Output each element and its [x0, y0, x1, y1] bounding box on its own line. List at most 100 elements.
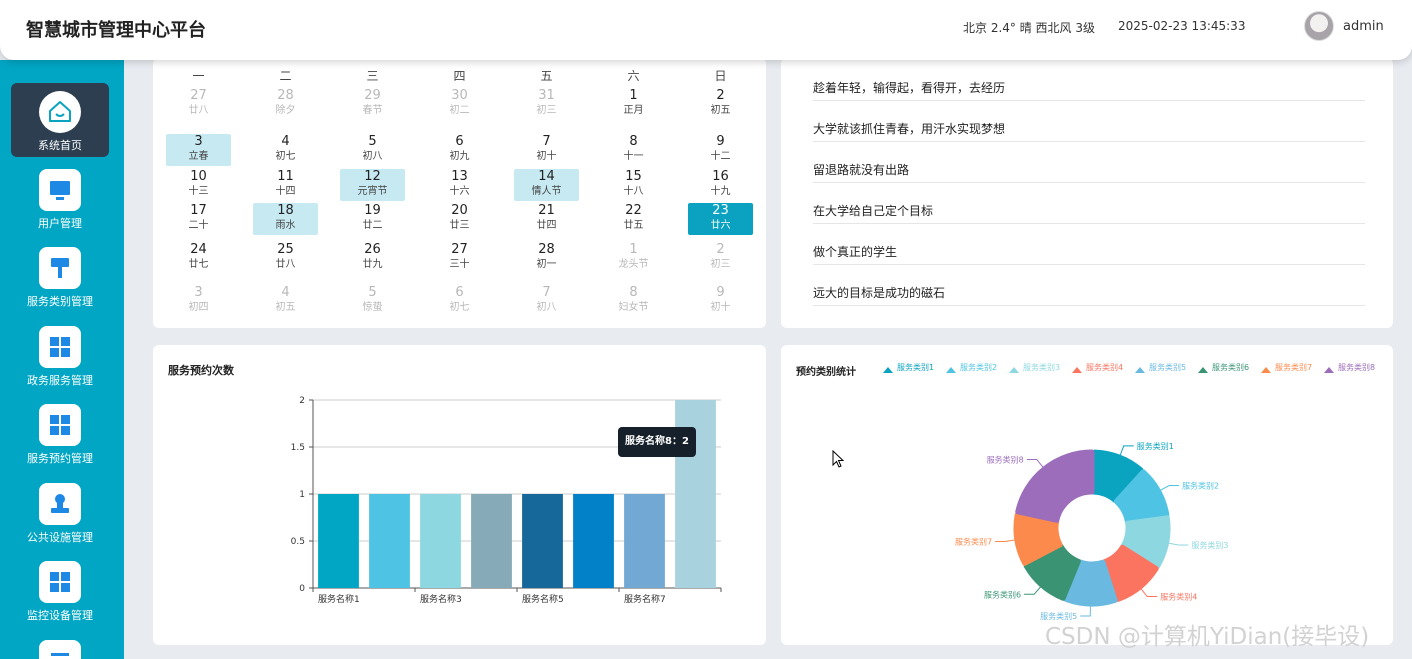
- sidebar-item-booking[interactable]: 服务预约管理: [11, 396, 109, 470]
- legend-label[interactable]: 服务类别6: [1212, 362, 1249, 372]
- sidebar-item-service-category[interactable]: 服务类别管理: [11, 239, 109, 313]
- quote-item[interactable]: 远大的目标是成功的磁石: [813, 265, 1365, 306]
- legend-marker-icon[interactable]: [1135, 367, 1145, 373]
- calendar-day[interactable]: 31 初三: [514, 88, 579, 120]
- legend-marker-icon[interactable]: [1261, 367, 1271, 373]
- calendar-day[interactable]: 24 廿七: [166, 242, 231, 274]
- legend-marker-icon[interactable]: [946, 367, 956, 373]
- calendar-day-number: 19: [364, 203, 381, 218]
- legend-marker-icon[interactable]: [1198, 367, 1208, 373]
- sidebar-item-gov-service[interactable]: 政务服务管理: [11, 318, 109, 392]
- sidebar-item-home[interactable]: 系统首页: [11, 83, 109, 157]
- sidebar-item-label: 服务类别管理: [27, 295, 93, 308]
- calendar-day[interactable]: 4 初七: [253, 134, 318, 166]
- calendar-day[interactable]: 28 除夕: [253, 88, 318, 120]
- calendar-day[interactable]: 27 廿八: [166, 88, 231, 120]
- calendar-day[interactable]: 1 正月: [601, 88, 666, 120]
- calendar-day[interactable]: 5 初八: [340, 134, 405, 166]
- calendar-day[interactable]: 12 元宵节: [340, 169, 405, 201]
- bar-chart: 0 0.5 1 1.5 2 服务名称1 服务名称3 服务名称5 服务名称7: [291, 396, 722, 605]
- bar[interactable]: [318, 494, 359, 588]
- calendar-day[interactable]: 2 初三: [688, 242, 753, 274]
- calendar-day[interactable]: 19 廿二: [340, 203, 405, 235]
- legend-marker-icon[interactable]: [1009, 367, 1019, 373]
- legend-marker-icon[interactable]: [883, 367, 893, 373]
- calendar-day[interactable]: 11 十四: [253, 169, 318, 201]
- calendar-day[interactable]: 5 惊蛰: [340, 285, 405, 317]
- legend-label[interactable]: 服务类别7: [1275, 362, 1312, 372]
- calendar-day-number: 14: [538, 169, 555, 184]
- calendar-weekday-header: 一: [192, 69, 205, 83]
- bar[interactable]: [420, 494, 461, 588]
- label-leader-line: [1140, 588, 1158, 598]
- quote-item[interactable]: 大学就该抓住青春，用汗水实现梦想: [813, 101, 1365, 142]
- calendar-day-number: 2: [716, 242, 725, 257]
- calendar-day[interactable]: 18 雨水: [253, 203, 318, 235]
- calendar-day[interactable]: 28 初一: [514, 242, 579, 274]
- slice-label: 服务类别6: [984, 589, 1021, 599]
- legend-label[interactable]: 服务类别3: [1023, 362, 1060, 372]
- calendar-day[interactable]: 7 初八: [514, 285, 579, 317]
- calendar-lunar-label: 十八: [623, 186, 644, 197]
- calendar-day[interactable]: 6 初七: [427, 285, 492, 317]
- legend-label[interactable]: 服务类别5: [1149, 362, 1186, 372]
- sidebar-item-facilities[interactable]: 公共设施管理: [11, 475, 109, 549]
- calendar-day[interactable]: 17 二十: [166, 203, 231, 235]
- sidebar-item-label: 用户管理: [38, 217, 82, 230]
- bar[interactable]: [471, 494, 512, 588]
- bar[interactable]: [522, 494, 563, 588]
- calendar-day[interactable]: 7 初十: [514, 134, 579, 166]
- donut-slice[interactable]: [1015, 449, 1095, 523]
- legend-label[interactable]: 服务类别2: [960, 362, 997, 372]
- calendar-day[interactable]: 14 情人节: [514, 169, 579, 201]
- legend-marker-icon[interactable]: [1072, 367, 1082, 373]
- sidebar-item-more[interactable]: [11, 632, 109, 659]
- bar[interactable]: [369, 494, 410, 588]
- calendar-day[interactable]: 22 廿五: [601, 203, 666, 235]
- calendar-day[interactable]: 29 春节: [340, 88, 405, 120]
- calendar-lunar-label: 廿三: [449, 220, 470, 231]
- calendar-day[interactable]: 2 初五: [688, 88, 753, 120]
- calendar-day-today[interactable]: 23 廿六: [688, 203, 753, 235]
- quote-item[interactable]: 在大学给自己定个目标: [813, 183, 1365, 224]
- calendar-day[interactable]: 26 廿九: [340, 242, 405, 274]
- sidebar-item-users[interactable]: 用户管理: [11, 161, 109, 235]
- calendar-day[interactable]: 8 妇女节: [601, 285, 666, 317]
- bar[interactable]: [624, 494, 665, 588]
- username[interactable]: admin: [1343, 19, 1384, 34]
- calendar-day[interactable]: 10 十三: [166, 169, 231, 201]
- calendar-day[interactable]: 8 十一: [601, 134, 666, 166]
- calendar-day[interactable]: 4 初五: [253, 285, 318, 317]
- quote-item[interactable]: 留退路就没有出路: [813, 142, 1365, 183]
- legend-label[interactable]: 服务类别8: [1338, 362, 1375, 372]
- calendar-day[interactable]: 20 廿三: [427, 203, 492, 235]
- quote-item[interactable]: 趁着年轻，输得起，看得开，去经历: [813, 60, 1365, 101]
- legend-label[interactable]: 服务类别4: [1086, 362, 1123, 372]
- calendar-day[interactable]: 1 龙头节: [601, 242, 666, 274]
- calendar-day[interactable]: 6 初九: [427, 134, 492, 166]
- legend-marker-icon[interactable]: [1324, 367, 1334, 373]
- calendar-lunar-label: 情人节: [531, 186, 562, 197]
- calendar-day[interactable]: 15 十八: [601, 169, 666, 201]
- sidebar-item-monitoring[interactable]: 监控设备管理: [11, 553, 109, 627]
- quote-item[interactable]: 做个真正的学生: [813, 224, 1365, 265]
- slice-label: 服务类别8: [987, 454, 1024, 464]
- legend-label[interactable]: 服务类别1: [897, 362, 934, 372]
- calendar-weekday-header: 三: [366, 69, 379, 83]
- calendar-day[interactable]: 27 三十: [427, 242, 492, 274]
- calendar-lunar-label: 廿八: [275, 259, 296, 270]
- calendar-day[interactable]: 13 十六: [427, 169, 492, 201]
- calendar-day[interactable]: 3 立春: [166, 134, 231, 166]
- calendar-day[interactable]: 9 十二: [688, 134, 753, 166]
- calendar-lunar-label: 雨水: [275, 220, 296, 231]
- calendar-day[interactable]: 30 初二: [427, 88, 492, 120]
- bar[interactable]: [573, 494, 614, 588]
- calendar-day[interactable]: 21 廿四: [514, 203, 579, 235]
- calendar-day[interactable]: 25 廿八: [253, 242, 318, 274]
- calendar-day[interactable]: 9 初十: [688, 285, 753, 317]
- calendar-day[interactable]: 3 初四: [166, 285, 231, 317]
- calendar-day[interactable]: 16 十九: [688, 169, 753, 201]
- avatar[interactable]: [1304, 11, 1334, 41]
- stamp-icon: [39, 483, 81, 525]
- y-tick-label: 1.5: [291, 443, 305, 453]
